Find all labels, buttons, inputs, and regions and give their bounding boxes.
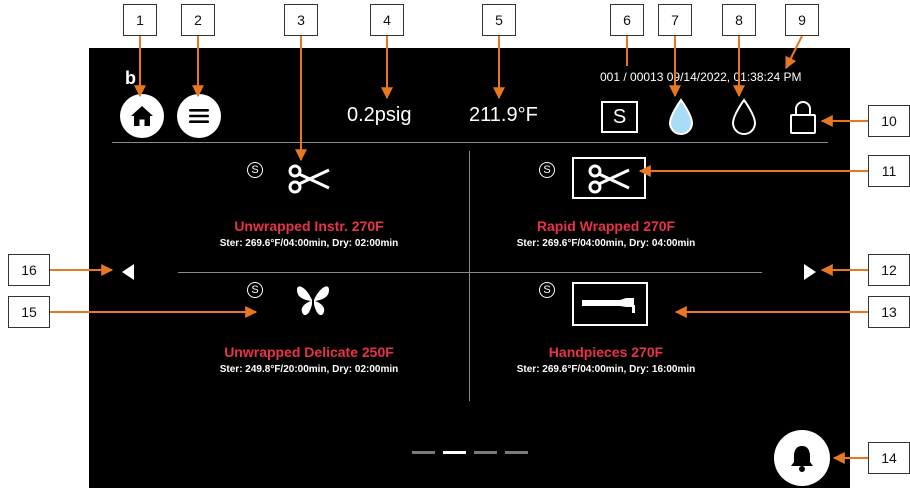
program-tile-unwrapped-delicate[interactable]: S Unwrapped Delicate 250F Ster: 249.8°F/… xyxy=(159,278,459,388)
page-indicator-1 xyxy=(412,451,435,454)
callout-7: 7 xyxy=(658,4,692,36)
callout-2: 2 xyxy=(181,4,215,36)
pressure-reading: 0.2psig xyxy=(347,104,412,126)
butterfly-icon xyxy=(297,286,329,316)
s-badge: S xyxy=(539,162,555,178)
program-details: Ster: 269.6°F/04:00min, Dry: 02:00min xyxy=(219,238,399,249)
lock-icon xyxy=(790,101,816,134)
bell-icon xyxy=(791,446,813,472)
callout-14: 14 xyxy=(868,442,910,474)
program-tile-rapid-wrapped[interactable]: S Rapid Wrapped 270F Ster: 269.6°F/04:00… xyxy=(479,152,779,262)
s-badge: S xyxy=(247,162,263,178)
temperature-reading: 211.9°F xyxy=(469,104,538,126)
status-line: 001 / 00013 09/14/2022, 01:38:24 PM xyxy=(600,70,802,84)
scissors-icon xyxy=(588,164,630,194)
program-tile-unwrapped-instr[interactable]: S Unwrapped Instr. 270F Ster: 269.6°F/04… xyxy=(159,152,459,262)
standby-indicator: S xyxy=(601,101,638,133)
menu-icon xyxy=(189,109,209,123)
page-indicator-4 xyxy=(505,451,528,454)
program-details: Ster: 249.8°F/20:00min, Dry: 02:00min xyxy=(219,364,399,375)
date-time: 09/14/2022, 01:38:24 PM xyxy=(666,70,802,84)
callout-1: 1 xyxy=(123,4,157,36)
menu-button[interactable] xyxy=(177,94,221,138)
next-page-arrow[interactable] xyxy=(802,262,818,282)
device-screen: b 001 / 00013 09/14/2022, 01:38:24 PM 0.… xyxy=(89,48,850,488)
home-button[interactable] xyxy=(120,94,164,138)
callout-15: 15 xyxy=(8,296,50,328)
callout-8: 8 xyxy=(722,4,756,36)
page-indicator-3 xyxy=(474,451,497,454)
callout-11: 11 xyxy=(868,155,910,187)
program-title: Unwrapped Delicate 250F xyxy=(224,344,394,360)
callout-13: 13 xyxy=(868,296,910,328)
s-badge: S xyxy=(539,282,555,298)
cycle-counter: 001 / 00013 xyxy=(600,70,664,84)
callout-16: 16 xyxy=(8,254,50,286)
water-drop-outline-icon xyxy=(731,98,757,135)
handpiece-icon xyxy=(582,298,635,313)
header-divider xyxy=(112,142,828,143)
program-title: Unwrapped Instr. 270F xyxy=(234,218,384,234)
callout-10: 10 xyxy=(868,105,910,137)
horizontal-divider xyxy=(178,272,762,273)
previous-page-arrow[interactable] xyxy=(120,262,136,282)
alarm-button[interactable] xyxy=(774,430,830,486)
program-details: Ster: 269.6°F/04:00min, Dry: 16:00min xyxy=(516,364,696,375)
callout-3: 3 xyxy=(284,4,318,36)
program-tile-handpieces[interactable]: S Handpieces 270F Ster: 269.6°F/04:00min… xyxy=(479,278,779,388)
callout-9: 9 xyxy=(785,4,819,36)
program-title: Rapid Wrapped 270F xyxy=(536,218,676,234)
callout-6: 6 xyxy=(610,4,644,36)
logo: b xyxy=(125,68,136,88)
home-icon xyxy=(131,106,153,126)
s-badge: S xyxy=(247,282,263,298)
callout-5: 5 xyxy=(482,4,516,36)
page-indicator-2 xyxy=(443,451,466,454)
callout-4: 4 xyxy=(370,4,404,36)
callout-12: 12 xyxy=(868,254,910,286)
scissors-icon xyxy=(288,164,330,194)
water-level-icon xyxy=(668,98,694,135)
program-details: Ster: 269.6°F/04:00min, Dry: 04:00min xyxy=(516,238,696,249)
program-title: Handpieces 270F xyxy=(548,344,664,360)
